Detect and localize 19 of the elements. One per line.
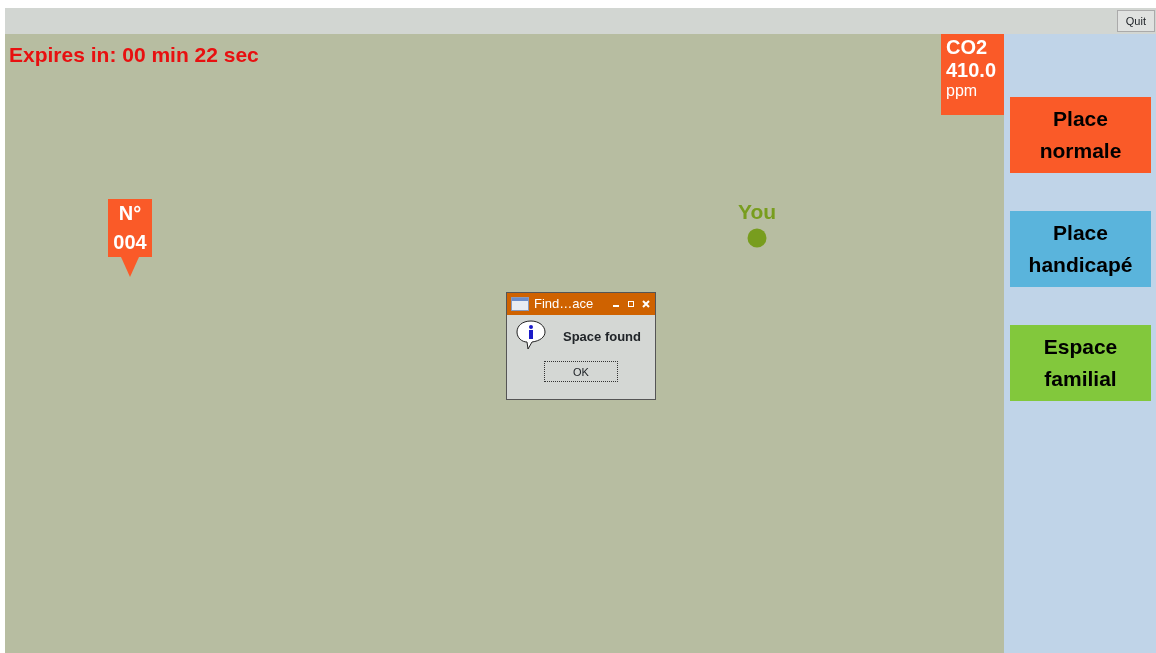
close-icon[interactable] xyxy=(641,299,651,309)
marker-number: 004 xyxy=(112,230,148,255)
info-icon xyxy=(515,319,547,351)
co2-unit: ppm xyxy=(946,82,979,101)
you-label: You xyxy=(736,199,778,225)
parking-type-button[interactable]: Place normale xyxy=(1010,97,1151,173)
dialog-title: Find…ace xyxy=(534,295,595,314)
parking-type-button[interactable]: Espace familial xyxy=(1010,325,1151,401)
co2-label: CO2 xyxy=(946,36,989,59)
marker-label: N° xyxy=(117,201,143,226)
dialog-message: Space found xyxy=(563,328,641,346)
ok-button[interactable]: OK xyxy=(544,361,618,383)
maximize-icon[interactable] xyxy=(626,299,636,309)
window-icon xyxy=(511,297,529,311)
parking-type-button[interactable]: Place handicapé xyxy=(1010,211,1151,287)
location-dot xyxy=(747,227,767,248)
quit-button[interactable]: Quit xyxy=(1116,9,1155,33)
expiry-timer: Expires in: 00 min 22 sec xyxy=(9,42,259,68)
co2-value: 410.0 xyxy=(946,59,998,82)
